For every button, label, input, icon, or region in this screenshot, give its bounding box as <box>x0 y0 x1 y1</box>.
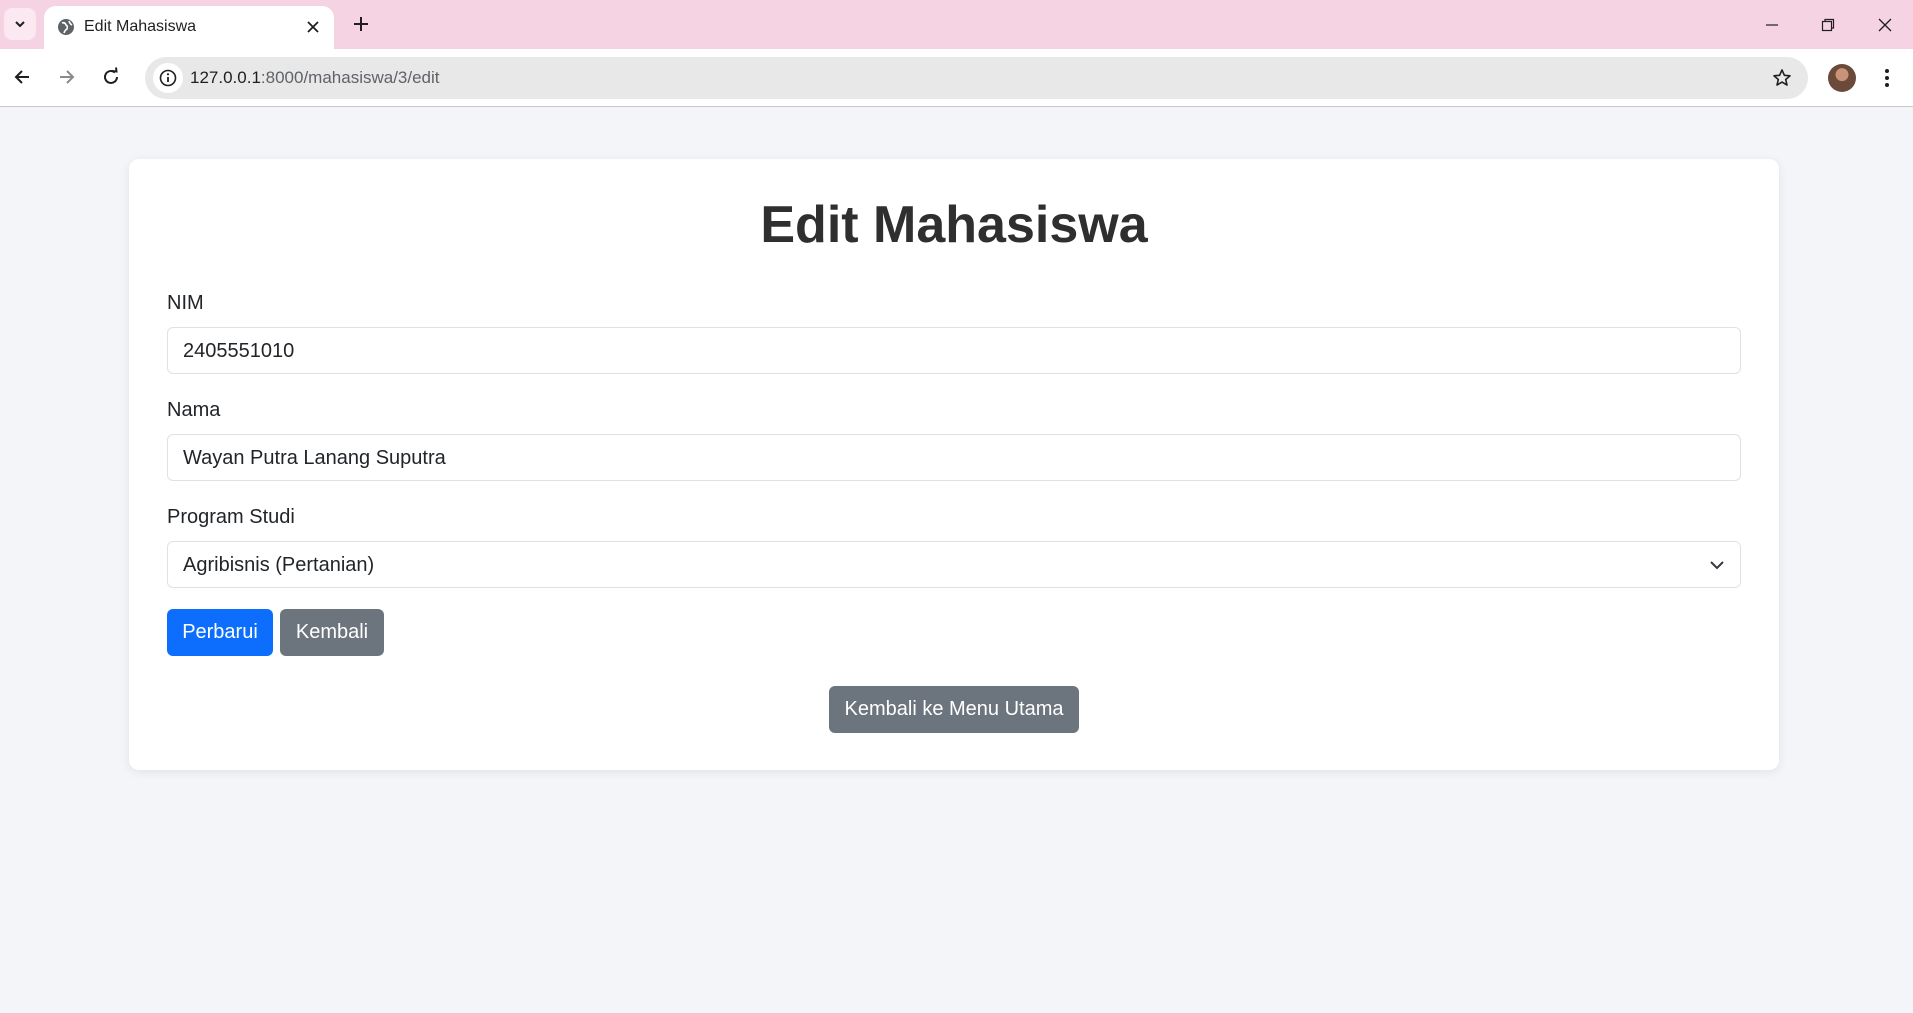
close-icon <box>1878 18 1892 31</box>
nim-label: NIM <box>167 292 204 314</box>
star-icon <box>1773 69 1791 86</box>
bookmark-button[interactable] <box>1770 66 1794 90</box>
page-title: Edit Mahasiswa <box>760 196 1148 254</box>
nama-input[interactable]: Wayan Putra Lanang Suputra <box>167 434 1741 481</box>
back-nav-button[interactable] <box>5 60 39 94</box>
url-text: 127.0.0.1:8000/mahasiswa/3/edit <box>190 68 440 88</box>
nama-value: Wayan Putra Lanang Suputra <box>183 447 446 469</box>
url-host: 127.0.0.1 <box>190 68 261 87</box>
arrow-right-icon <box>60 70 75 84</box>
chevron-down-icon <box>1710 561 1724 570</box>
nim-value: 2405551010 <box>183 340 295 362</box>
site-info-button[interactable] <box>153 63 183 93</box>
prodi-value: Agribisnis (Pertanian) <box>183 554 375 576</box>
minimize-button[interactable] <box>1744 0 1800 49</box>
back-button[interactable]: Kembali <box>280 609 384 656</box>
restore-button[interactable] <box>1800 0 1856 49</box>
prodi-label: Program Studi <box>167 506 295 528</box>
prodi-select[interactable]: Agribisnis (Pertanian) <box>167 541 1741 588</box>
tab-search-button[interactable] <box>4 8 36 40</box>
minimize-icon <box>1766 23 1778 26</box>
new-tab-button[interactable] <box>347 10 375 38</box>
restore-icon <box>1821 18 1835 31</box>
browser-menu-button[interactable] <box>1875 62 1899 94</box>
chevron-down-icon <box>15 21 25 28</box>
globe-icon <box>58 19 74 35</box>
forward-nav-button[interactable] <box>50 60 84 94</box>
nama-label: Nama <box>167 399 221 421</box>
close-window-button[interactable] <box>1857 0 1913 49</box>
arrow-left-icon <box>14 70 29 84</box>
tab-close-button[interactable] <box>302 16 324 38</box>
address-bar[interactable]: 127.0.0.1:8000/mahasiswa/3/edit <box>145 57 1808 99</box>
profile-avatar[interactable] <box>1828 64 1856 92</box>
reload-button[interactable] <box>94 60 128 94</box>
active-tab[interactable]: Edit Mahasiswa <box>44 6 334 49</box>
browser-toolbar: 127.0.0.1:8000/mahasiswa/3/edit <box>0 49 1913 107</box>
main-menu-button[interactable]: Kembali ke Menu Utama <box>829 686 1079 733</box>
tab-title: Edit Mahasiswa <box>84 18 197 35</box>
tab-strip: Edit Mahasiswa <box>0 0 1913 49</box>
nim-input[interactable]: 2405551010 <box>167 327 1741 374</box>
info-icon <box>159 69 177 87</box>
more-vertical-icon <box>1885 69 1889 87</box>
plus-icon <box>354 17 368 31</box>
url-path: :8000/mahasiswa/3/edit <box>260 68 440 87</box>
close-icon <box>307 21 319 33</box>
edit-form-card: Edit Mahasiswa NIM 2405551010 Nama Wayan… <box>129 159 1779 770</box>
reload-icon <box>104 67 118 84</box>
update-button[interactable]: Perbarui <box>167 609 273 656</box>
